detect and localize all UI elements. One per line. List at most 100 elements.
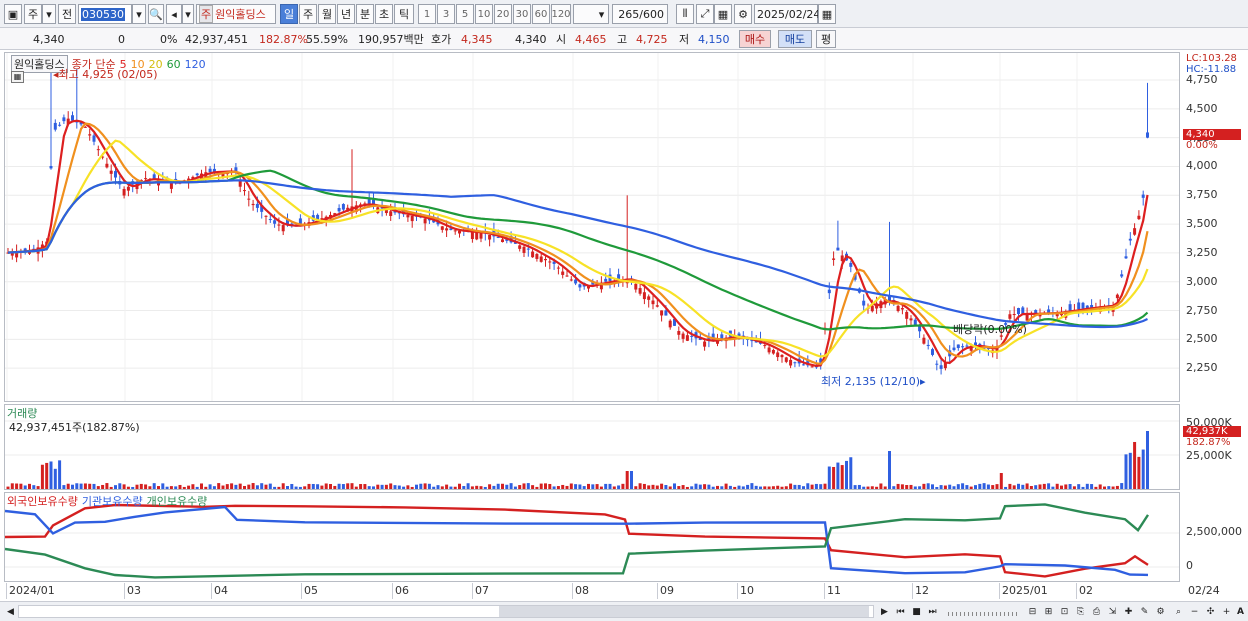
- period-year-button[interactable]: 년: [337, 4, 355, 24]
- volume-bar: [255, 485, 259, 489]
- volume-bar: [1012, 485, 1016, 489]
- period-minute-button[interactable]: 분: [356, 4, 374, 24]
- code-input[interactable]: 030530: [78, 4, 132, 24]
- volume-bar: [290, 483, 294, 489]
- prev-button[interactable]: 전: [58, 4, 76, 24]
- interval-120-button[interactable]: 120: [551, 4, 571, 24]
- candle-body: [926, 344, 930, 347]
- volume-bar: [931, 484, 934, 489]
- chevron-down-icon[interactable]: ▾: [42, 4, 56, 24]
- period-month-button[interactable]: 월: [318, 4, 336, 24]
- volume-bar: [1051, 486, 1055, 489]
- volume-bar: [814, 483, 818, 489]
- settings-icon[interactable]: ⚙: [1154, 605, 1167, 618]
- table-icon[interactable]: ▦: [11, 71, 24, 83]
- plus-icon[interactable]: +: [1220, 605, 1233, 618]
- volume-bar: [522, 483, 526, 489]
- volume-bar: [574, 484, 578, 489]
- last-page-icon[interactable]: ⏭: [926, 605, 939, 618]
- candle-body: [763, 345, 767, 347]
- fit-icon[interactable]: ⊡: [1058, 605, 1071, 618]
- volume-bar: [608, 483, 612, 489]
- zoom-ruler[interactable]: [948, 612, 1018, 616]
- export-icon[interactable]: ⇲: [1106, 605, 1119, 618]
- magnify-icon[interactable]: ⌕: [1172, 605, 1185, 618]
- candle-body: [535, 254, 539, 259]
- code-dropdown-icon[interactable]: ▾: [132, 4, 146, 24]
- crosshair-icon[interactable]: ✚: [1122, 605, 1135, 618]
- interval-dropdown-icon[interactable]: ▾: [595, 4, 609, 24]
- candle-body: [569, 279, 573, 281]
- x-axis-separator: [657, 583, 658, 599]
- volume-bar: [793, 484, 797, 489]
- volume-bar: [569, 483, 573, 489]
- volume-bar: [286, 486, 289, 489]
- volume-bar: [561, 484, 565, 489]
- volume-bar: [1137, 456, 1141, 489]
- drag-icon[interactable]: ✣: [1204, 605, 1217, 618]
- interval-30-button[interactable]: 30: [513, 4, 531, 24]
- interval-1-button[interactable]: 1: [418, 4, 436, 24]
- gear-icon[interactable]: ⚙: [734, 4, 752, 24]
- print-icon[interactable]: ⎙: [1090, 605, 1103, 618]
- period-second-button[interactable]: 초: [375, 4, 393, 24]
- volume-bar: [419, 483, 423, 489]
- interval-10-button[interactable]: 10: [475, 4, 493, 24]
- x-axis-separator: [999, 583, 1000, 599]
- period-select[interactable]: 주: [24, 4, 42, 24]
- candle-body: [905, 311, 909, 319]
- holding-panel: 외국인보유수량 기관보유수량 개인보유수량: [4, 492, 1180, 582]
- interval-30-label: 30: [515, 8, 529, 20]
- period-week-button[interactable]: 주: [299, 4, 317, 24]
- x-axis-label: 02: [1079, 584, 1093, 597]
- candle-body: [268, 219, 272, 221]
- volume-bar: [187, 485, 191, 489]
- period-tick-button[interactable]: 틱: [394, 4, 414, 24]
- search-icon[interactable]: 🔍: [148, 4, 164, 24]
- interval-20-button[interactable]: 20: [494, 4, 512, 24]
- stop-icon[interactable]: ■: [910, 605, 923, 618]
- zoom-in-small-icon[interactable]: ⊞: [1042, 605, 1055, 618]
- scroll-track[interactable]: [18, 605, 874, 618]
- scroll-right-icon[interactable]: ▶: [878, 605, 891, 618]
- buy-button[interactable]: 매수: [739, 30, 771, 48]
- dividend-annotation: 배당락(0.00%): [953, 323, 1027, 336]
- font-size-icon[interactable]: A: [1234, 605, 1247, 618]
- interval-60-button[interactable]: 60: [532, 4, 550, 24]
- save-icon[interactable]: ▦: [714, 4, 732, 24]
- copy-icon[interactable]: ⎘: [1074, 605, 1087, 618]
- candle-body: [337, 208, 341, 212]
- avg-button[interactable]: 평: [816, 30, 836, 48]
- volume-bar: [1141, 449, 1145, 489]
- period-day-button[interactable]: 일: [280, 4, 298, 24]
- interval-5-button[interactable]: 5: [456, 4, 474, 24]
- first-page-icon[interactable]: ⏮: [894, 605, 907, 618]
- minus-icon[interactable]: −: [1188, 605, 1201, 618]
- speaker-dropdown-icon[interactable]: ▾: [182, 4, 194, 24]
- interval-3-button[interactable]: 3: [437, 4, 455, 24]
- x-axis-separator: [6, 583, 7, 599]
- speaker-icon[interactable]: ◂: [166, 4, 182, 24]
- count-input[interactable]: 265/600: [612, 4, 668, 24]
- volume-bar: [178, 484, 182, 489]
- quote-bid: 4,345: [461, 32, 493, 46]
- sell-button[interactable]: 매도: [778, 30, 812, 48]
- volume-bar: [728, 485, 732, 489]
- scroll-left-icon[interactable]: ◀: [4, 605, 17, 618]
- date-input[interactable]: 2025/02/24: [754, 4, 820, 24]
- volume-bar: [883, 486, 887, 489]
- holding-y-axis: 2,500,000 0: [1180, 492, 1246, 582]
- drawing-tool-icon[interactable]: ⤢: [696, 4, 714, 24]
- volume-bar: [1098, 484, 1102, 489]
- candle-icon[interactable]: ⫴: [676, 4, 694, 24]
- scroll-thumb[interactable]: [499, 606, 869, 617]
- calendar-icon[interactable]: ▦: [818, 4, 836, 24]
- zoom-out-small-icon[interactable]: ⊟: [1026, 605, 1039, 618]
- volume-bar: [711, 486, 715, 489]
- stock-name[interactable]: 주 원익홀딩스: [196, 4, 276, 24]
- price-chart: [5, 53, 1179, 401]
- volume-bar: [316, 484, 320, 489]
- tools-icon[interactable]: ✎: [1138, 605, 1151, 618]
- layout-icon[interactable]: ▣: [4, 4, 22, 24]
- volume-bar: [642, 483, 646, 489]
